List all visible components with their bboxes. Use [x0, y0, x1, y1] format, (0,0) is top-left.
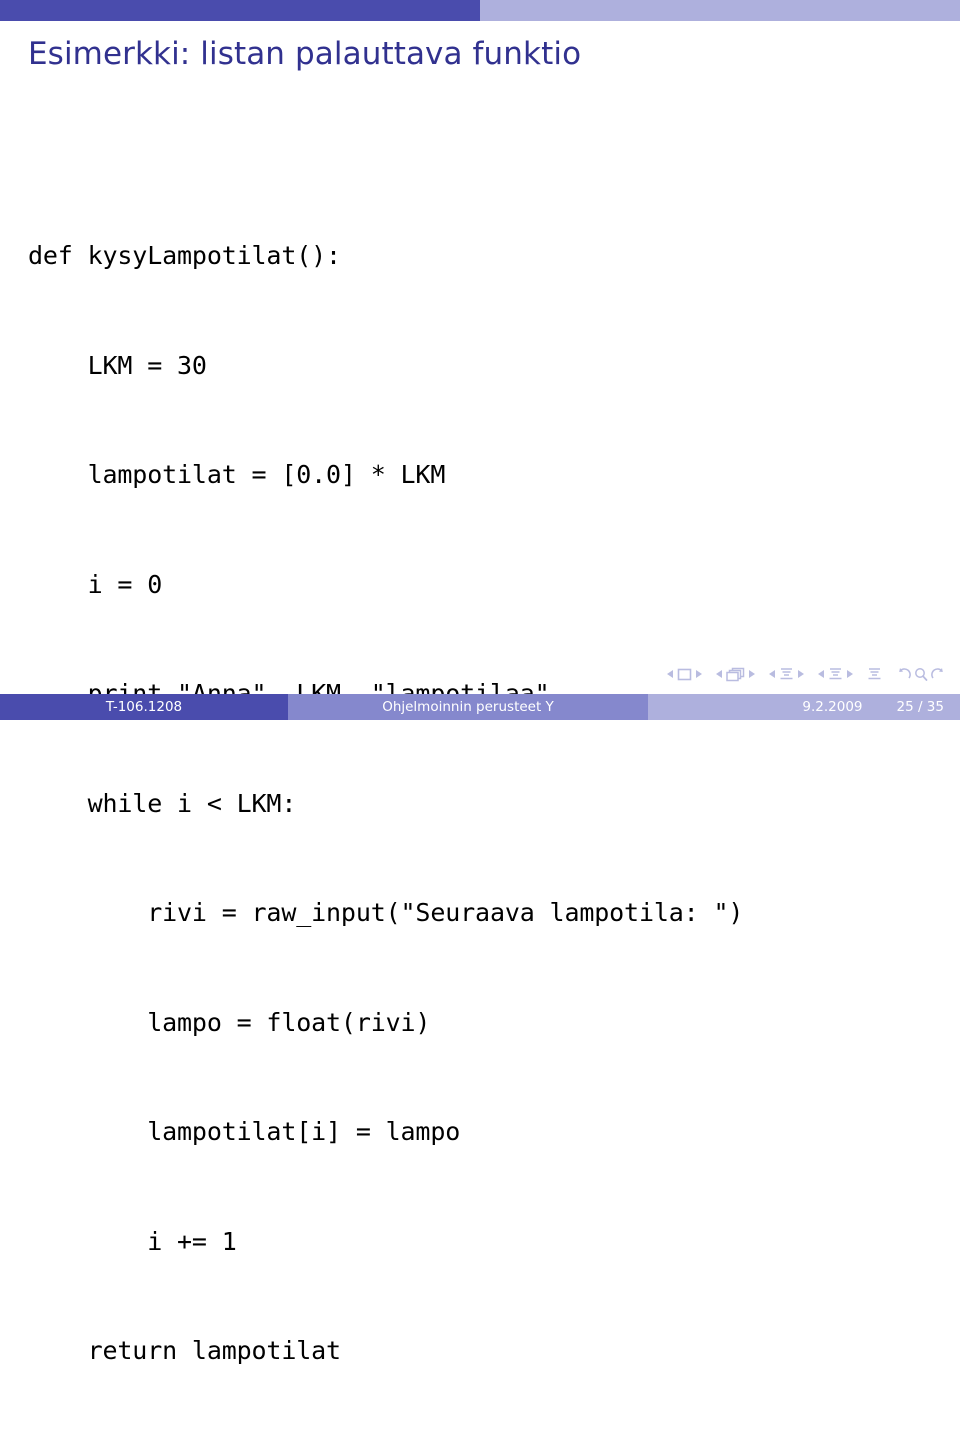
- header-bar: [0, 0, 960, 21]
- search-nav-icon[interactable]: [914, 667, 928, 682]
- code-line: LKM = 30: [28, 350, 207, 380]
- back-nav-icon[interactable]: [896, 667, 912, 682]
- history-nav-group[interactable]: [896, 667, 946, 682]
- code-line: i += 1: [28, 1226, 237, 1256]
- footer-date: 9.2.2009: [802, 699, 863, 715]
- footer-meta-section: 9.2.2009 25 / 35: [648, 694, 960, 720]
- code-line: lampotilat[i] = lampo: [28, 1117, 461, 1146]
- code-line: i = 0: [28, 569, 163, 599]
- code-line: lampotilat = [0.0] * LKM: [28, 460, 446, 489]
- frame-nav-group[interactable]: [716, 667, 755, 682]
- presentation-nav-group[interactable]: [867, 667, 882, 682]
- beamer-navigation-symbols[interactable]: [667, 661, 946, 687]
- footer-course-name: Ohjelmoinnin perusteet Y: [382, 699, 554, 715]
- code-listing: def kysyLampotilat(): LKM = 30 lampotila…: [28, 165, 743, 1440]
- code-line: return lampotilat: [28, 1336, 341, 1365]
- header-bar-right-segment: [480, 0, 960, 21]
- code-line: def kysyLampotilat():: [28, 241, 341, 270]
- section-nav-group[interactable]: [818, 667, 853, 682]
- next-slide-arrow-icon[interactable]: [696, 670, 702, 678]
- code-line: rivi = raw_input("Seuraava lampotila: "): [28, 898, 744, 927]
- next-section-arrow-icon[interactable]: [847, 670, 853, 678]
- slide-nav-group[interactable]: [667, 668, 702, 681]
- footer-course-code-section: T-106.1208: [0, 694, 288, 720]
- frame-nav-icon[interactable]: [726, 667, 745, 682]
- footer-page-number: 25 / 35: [896, 699, 945, 715]
- code-line: while i < LKM:: [28, 788, 297, 818]
- previous-section-arrow-icon[interactable]: [818, 670, 824, 678]
- presentation-slide: Esimerkki: listan palauttava funktio def…: [0, 0, 960, 1365]
- subsection-nav-group[interactable]: [769, 667, 804, 682]
- footer-bar: T-106.1208 Ohjelmoinnin perusteet Y 9.2.…: [0, 694, 960, 720]
- previous-frame-arrow-icon[interactable]: [716, 670, 722, 678]
- previous-subsection-arrow-icon[interactable]: [769, 670, 775, 678]
- next-subsection-arrow-icon[interactable]: [798, 670, 804, 678]
- slide-title: Esimerkki: listan palauttava funktio: [28, 36, 582, 72]
- footer-course-code: T-106.1208: [105, 699, 183, 715]
- slide-nav-icon[interactable]: [677, 668, 692, 681]
- presentation-nav-icon[interactable]: [867, 667, 882, 682]
- header-bar-left-segment: [0, 0, 480, 21]
- forward-nav-icon[interactable]: [930, 667, 946, 682]
- next-frame-arrow-icon[interactable]: [749, 670, 755, 678]
- section-nav-icon[interactable]: [828, 667, 843, 682]
- code-line: lampo = float(rivi): [28, 1007, 431, 1037]
- previous-slide-arrow-icon[interactable]: [667, 670, 673, 678]
- footer-course-name-section: Ohjelmoinnin perusteet Y: [288, 694, 648, 720]
- subsection-nav-icon[interactable]: [779, 667, 794, 682]
